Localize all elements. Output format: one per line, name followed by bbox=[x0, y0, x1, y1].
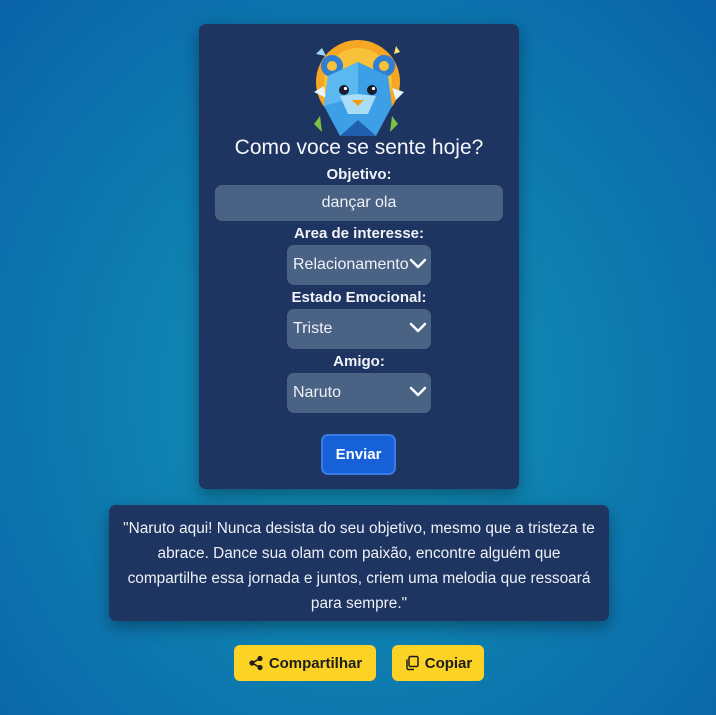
share-button[interactable]: Compartilhar bbox=[234, 645, 376, 681]
objective-label: Objetivo: bbox=[326, 166, 392, 183]
bear-mascot-logo bbox=[314, 40, 404, 136]
chevron-down-icon bbox=[409, 322, 427, 333]
mood-form-card: Como voce se sente hoje? Objetivo: Area … bbox=[199, 24, 519, 489]
emotion-select-value: Triste bbox=[293, 320, 333, 337]
friend-select[interactable]: Naruto bbox=[287, 373, 431, 413]
emotion-label: Estado Emocional: bbox=[291, 289, 427, 306]
share-button-label: Compartilhar bbox=[268, 654, 363, 672]
objective-input[interactable] bbox=[215, 185, 503, 221]
send-button[interactable]: Enviar bbox=[321, 434, 396, 475]
friend-select-value: Naruto bbox=[293, 384, 342, 401]
friend-label: Amigo: bbox=[333, 353, 385, 370]
share-icon bbox=[249, 655, 263, 671]
chevron-down-icon bbox=[409, 258, 427, 269]
page-title: Como voce se sente hoje? bbox=[234, 136, 484, 159]
area-label: Area de interesse: bbox=[293, 225, 425, 242]
copy-icon bbox=[405, 655, 419, 671]
copy-button-label: Copiar bbox=[424, 654, 473, 672]
copy-button[interactable]: Copiar bbox=[392, 645, 484, 681]
response-message: "Naruto aqui! Nunca desista do seu objet… bbox=[109, 505, 609, 621]
emotion-select[interactable]: Triste bbox=[287, 309, 431, 349]
area-select-value: Relacionamento bbox=[293, 256, 409, 273]
area-select[interactable]: Relacionamento bbox=[287, 245, 431, 285]
chevron-down-icon bbox=[409, 386, 427, 397]
